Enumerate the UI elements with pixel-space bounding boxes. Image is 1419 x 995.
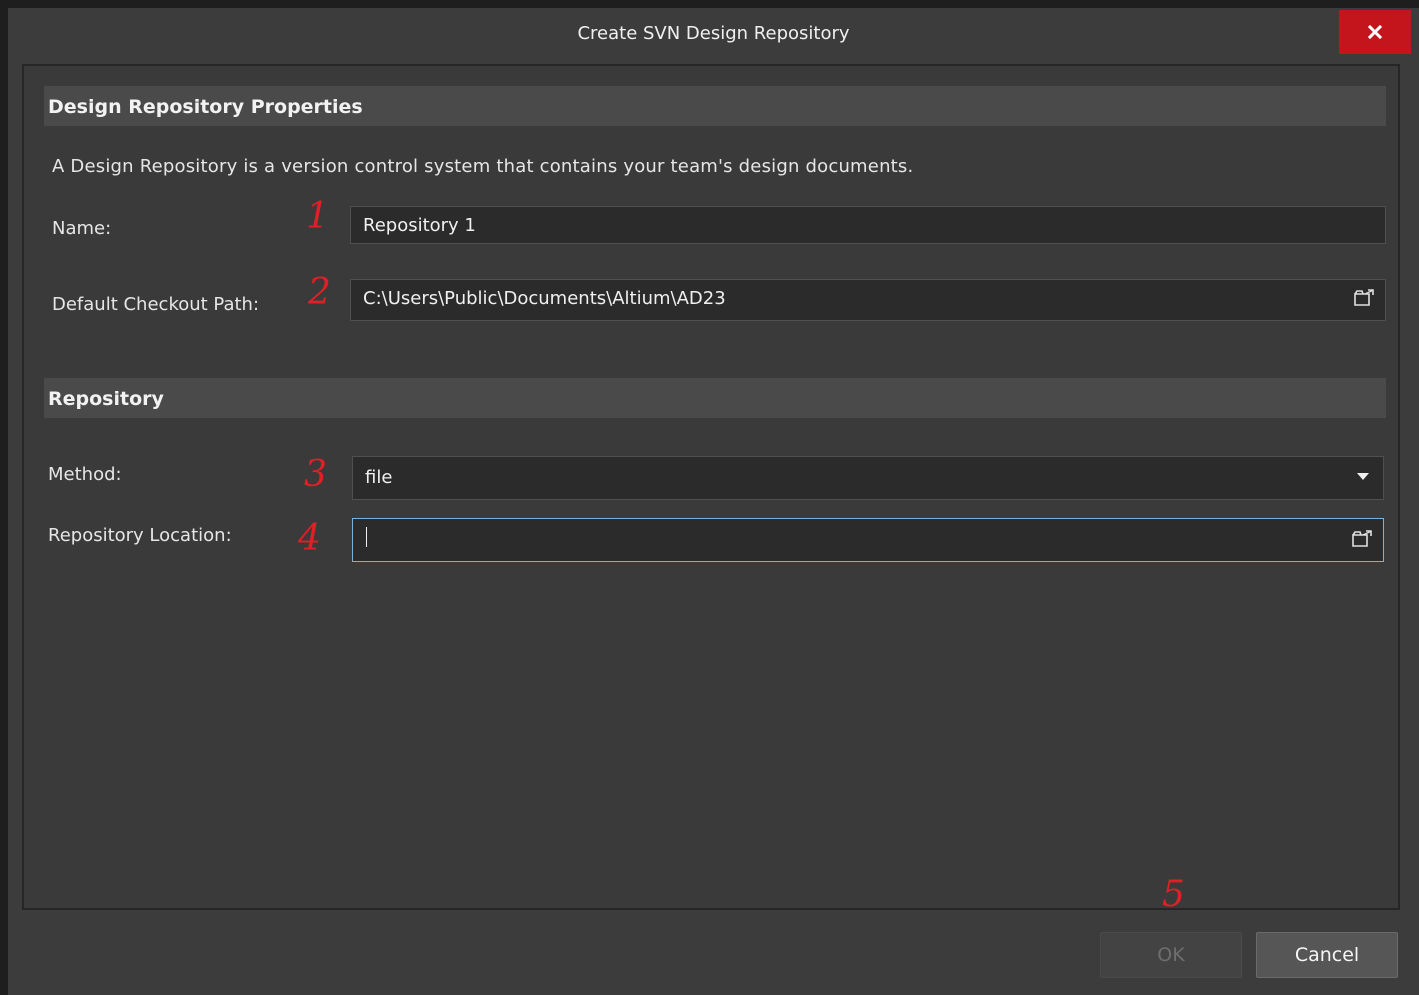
dialog-window: Create SVN Design Repository Design Repo…	[8, 8, 1419, 995]
method-selected-value: file	[365, 467, 393, 488]
name-input[interactable]: Repository 1	[350, 206, 1386, 244]
repository-section-header: Repository	[44, 378, 1386, 418]
name-input-value: Repository 1	[363, 215, 476, 236]
ok-button[interactable]: OK	[1100, 932, 1242, 978]
annotation-3: 3	[304, 454, 327, 495]
properties-description: A Design Repository is a version control…	[52, 156, 914, 177]
annotation-2: 2	[308, 272, 331, 313]
method-dropdown[interactable]: file	[352, 456, 1384, 500]
repository-location-input[interactable]	[352, 518, 1384, 562]
chevron-down-icon[interactable]	[1357, 473, 1369, 480]
cancel-button[interactable]: Cancel	[1256, 932, 1398, 978]
folder-browse-icon[interactable]	[1351, 529, 1373, 549]
close-icon	[1367, 24, 1383, 40]
checkout-path-value: C:\Users\Public\Documents\Altium\AD23	[363, 288, 726, 309]
dialog-title: Create SVN Design Repository	[577, 23, 850, 44]
checkout-path-label: Default Checkout Path:	[52, 294, 260, 315]
properties-section-header: Design Repository Properties	[44, 86, 1386, 126]
name-label: Name:	[52, 218, 112, 239]
checkout-path-input[interactable]: C:\Users\Public\Documents\Altium\AD23	[350, 279, 1386, 321]
method-label: Method:	[48, 464, 122, 485]
annotation-4: 4	[298, 518, 321, 559]
close-button[interactable]	[1339, 10, 1411, 54]
content-panel: Design Repository Properties A Design Re…	[22, 64, 1400, 910]
title-bar[interactable]: Create SVN Design Repository	[8, 8, 1419, 60]
annotation-5: 5	[1162, 874, 1185, 915]
text-caret	[366, 527, 367, 547]
repository-location-label: Repository Location:	[48, 525, 232, 546]
annotation-1: 1	[306, 196, 329, 237]
folder-browse-icon[interactable]	[1353, 288, 1375, 308]
